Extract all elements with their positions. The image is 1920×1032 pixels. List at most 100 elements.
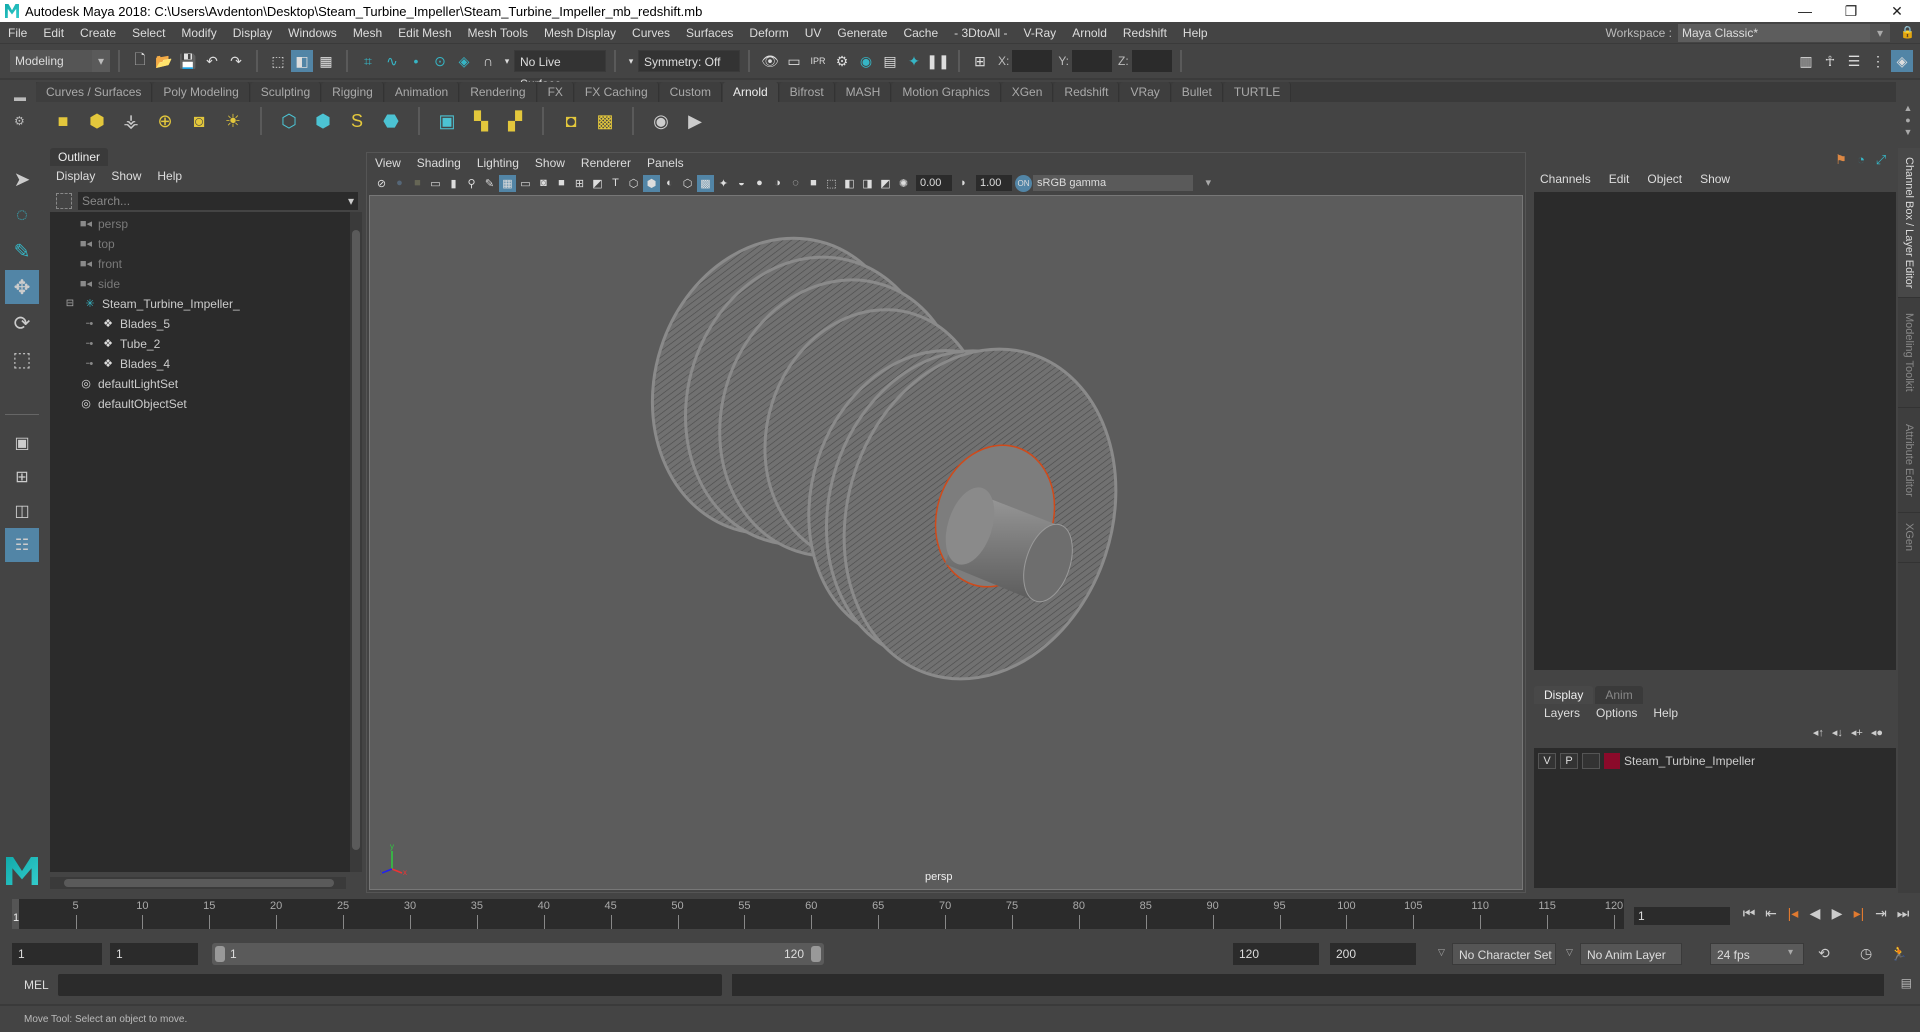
layer-menu-layers[interactable]: Layers (1544, 706, 1580, 720)
shelf-tab-poly-modeling[interactable]: Poly Modeling (153, 82, 250, 102)
flush-cache-icon[interactable]: ▚ (467, 107, 495, 135)
motion-blur-icon[interactable]: ◑ (769, 175, 786, 192)
render-setup-icon[interactable]: ▤ (879, 50, 901, 72)
outliner-item[interactable]: ◎ defaultLightSet (78, 374, 178, 394)
xray-joints-icon[interactable]: ◨ (859, 175, 876, 192)
outliner-tab[interactable]: Outliner (50, 148, 109, 166)
outliner-horizontal-scrollbar[interactable] (50, 877, 346, 889)
playback-end-field[interactable]: 120 (1233, 943, 1319, 965)
symmetry-field[interactable]: Symmetry: Off (638, 50, 740, 72)
side-tab-channel-box[interactable]: Channel Box / Layer Editor (1898, 148, 1920, 298)
bookmarks-icon[interactable]: ▭ (427, 175, 444, 192)
new-layer-selected-icon[interactable]: ◂● (1871, 726, 1883, 739)
channel-box-icon[interactable]: ◈ (1891, 50, 1913, 72)
shelf-tab-custom[interactable]: Custom (659, 82, 722, 102)
outliner-item[interactable]: ╶• ❖ Blades_5 (80, 314, 170, 334)
channelbox-menu-object[interactable]: Object (1647, 172, 1682, 186)
grid-icon[interactable]: ▦ (499, 174, 516, 192)
step-forward-key-button[interactable]: ▸| (1848, 905, 1870, 922)
shelf-tab-rigging[interactable]: Rigging (322, 82, 384, 102)
outliner-search-input[interactable]: Search... (78, 192, 358, 210)
area-light-icon[interactable]: ■ (49, 107, 77, 135)
menu-redshift[interactable]: Redshift (1115, 26, 1175, 40)
menu-edit[interactable]: Edit (35, 26, 72, 40)
wireframe-on-shaded-icon[interactable]: ⬡ (679, 175, 696, 192)
shelf-gear-icon[interactable]: ⚙ (14, 114, 25, 128)
2d-pan-zoom-icon[interactable]: ⚲ (463, 175, 480, 192)
outliner-item[interactable]: ⊟ ✳ Steam_Turbine_Impeller_ (62, 294, 240, 314)
layer-color-swatch[interactable] (1604, 753, 1620, 769)
new-layer-icon[interactable]: ◂+ (1851, 726, 1863, 739)
xray-icon[interactable]: ◧ (841, 175, 858, 192)
safe-action-icon[interactable]: ◩ (589, 175, 606, 192)
gamma-field[interactable]: 1.00 (976, 175, 1012, 191)
default-material-icon[interactable]: ◐ (661, 175, 678, 192)
single-perspective-layout-icon[interactable]: ▣ (5, 426, 39, 460)
undo-icon[interactable]: ↶ (201, 50, 223, 72)
lasso-tool-icon[interactable]: ◌ (5, 198, 39, 232)
menu-mesh-tools[interactable]: Mesh Tools (460, 26, 536, 40)
resolution-gate-icon[interactable]: ◙ (535, 175, 552, 192)
shelf-tab-animation[interactable]: Animation (384, 82, 460, 102)
hypershade-icon[interactable]: ◉ (855, 50, 877, 72)
select-object-icon[interactable]: ◧ (291, 50, 313, 72)
mode-selector[interactable]: Modeling (10, 50, 110, 72)
z-field[interactable] (1131, 50, 1172, 72)
isolate-select-icon[interactable]: ⬚ (823, 175, 840, 192)
shelf-tab-fx-caching[interactable]: FX Caching (574, 82, 659, 102)
channelbox-menu-channels[interactable]: Channels (1540, 172, 1591, 186)
auto-key-icon[interactable]: ◷ (1860, 945, 1872, 962)
snap-dropdown-icon[interactable]: ▾ (501, 50, 513, 72)
outliner-item[interactable]: ╶• ❖ Blades_4 (80, 354, 170, 374)
material-assign-icon[interactable]: ◘ (557, 107, 585, 135)
speed-icon[interactable]: ◔ (1851, 152, 1871, 168)
menu-generate[interactable]: Generate (829, 26, 895, 40)
menu-create[interactable]: Create (72, 26, 124, 40)
go-to-start-button[interactable]: ⏮ (1738, 905, 1760, 922)
mesh-light-icon[interactable]: ⬢ (83, 107, 111, 135)
shadows-icon[interactable]: ◒ (733, 175, 750, 192)
range-end-handle[interactable] (811, 946, 821, 962)
skydome-light-icon[interactable]: ⊕ (151, 107, 179, 135)
menu-surfaces[interactable]: Surfaces (678, 26, 741, 40)
outliner-layout-icon[interactable]: ☷ (5, 528, 39, 562)
layer-display-type-toggle[interactable] (1582, 753, 1600, 769)
snap-grid-icon[interactable]: ⌗ (357, 50, 379, 72)
manipulator-icon[interactable]: ⚑ (1831, 152, 1851, 168)
menu-uv[interactable]: UV (797, 26, 830, 40)
playback-start-field[interactable]: 1 (110, 943, 198, 965)
shelf-tab-rendering[interactable]: Rendering (460, 82, 537, 102)
side-tab-xgen[interactable]: XGen (1898, 513, 1920, 563)
wireframe-icon[interactable]: ⬡ (625, 175, 642, 192)
color-space-dropdown[interactable]: sRGB gamma (1033, 175, 1211, 191)
outliner-item[interactable]: ■◂ top (78, 234, 115, 254)
animation-preferences-icon[interactable]: 🏃 (1890, 945, 1907, 962)
attribute-editor-icon[interactable]: ☰ (1843, 50, 1865, 72)
lock-camera-icon[interactable]: ● (391, 175, 408, 192)
menu-deform[interactable]: Deform (741, 26, 796, 40)
channel-box-area[interactable] (1534, 192, 1896, 670)
shelf-tab-curves-surfaces[interactable]: Curves / Surfaces (36, 82, 153, 102)
outliner-item[interactable]: ■◂ front (78, 254, 122, 274)
menu-help[interactable]: Help (1175, 26, 1216, 40)
close-button[interactable]: ✕ (1874, 0, 1920, 22)
script-editor-icon[interactable]: ▤ (1901, 976, 1912, 990)
shelf-tab-xgen[interactable]: XGen (1001, 82, 1054, 102)
anim-layer-dropdown-icon[interactable]: ▽ (1566, 947, 1573, 958)
photometric-light-icon[interactable]: ⚶ (117, 107, 145, 135)
viewport-menu-lighting[interactable]: Lighting (477, 156, 519, 170)
layer-playback-toggle[interactable]: P (1560, 753, 1578, 769)
menu-v-ray[interactable]: V-Ray (1016, 26, 1065, 40)
layer-tab-anim[interactable]: Anim (1595, 686, 1643, 704)
menu-select[interactable]: Select (124, 26, 173, 40)
range-start-handle[interactable] (215, 946, 225, 962)
light-editor-icon[interactable]: ✦ (903, 50, 925, 72)
anti-aliasing-icon[interactable]: ◌ (787, 175, 804, 192)
gate-mask-icon[interactable]: ■ (553, 175, 570, 192)
select-component-icon[interactable]: ▦ (315, 50, 337, 72)
symmetry-dropdown-icon[interactable]: ▾ (625, 50, 637, 72)
y-field[interactable] (1072, 50, 1113, 72)
side-tab-modeling-toolkit[interactable]: Modeling Toolkit (1898, 298, 1920, 408)
time-slider-track[interactable]: 5 10 15 20 25 30 35 40 45 50 55 60 65 70 75 80 85 90 95 100… (12, 899, 1624, 929)
character-set-dropdown-icon[interactable]: ▽ (1438, 947, 1445, 958)
